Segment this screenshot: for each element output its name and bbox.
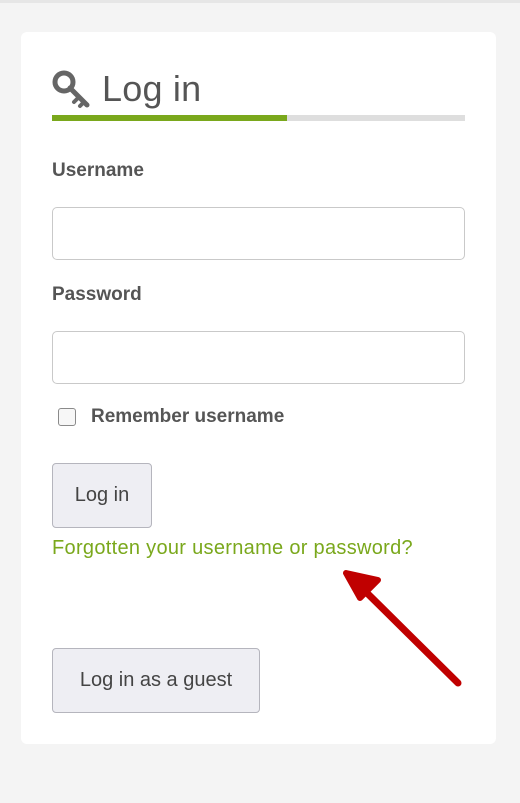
remember-label[interactable]: Remember username (91, 406, 284, 428)
remember-row[interactable]: Remember username (58, 406, 284, 428)
username-input[interactable] (52, 207, 465, 260)
password-label: Password (52, 284, 142, 305)
page-title: Log in (102, 68, 202, 109)
key-icon (52, 70, 90, 108)
forgot-credentials-link[interactable]: Forgotten your username or password? (52, 537, 413, 560)
guest-login-button[interactable]: Log in as a guest (52, 648, 260, 713)
title-progress-bar (52, 115, 465, 121)
remember-checkbox[interactable] (58, 408, 76, 426)
top-border (0, 0, 520, 3)
login-card: Log in Username Password Remember userna… (21, 32, 496, 744)
login-button[interactable]: Log in (52, 463, 152, 528)
username-label: Username (52, 160, 144, 181)
title-row: Log in (52, 65, 201, 113)
password-input[interactable] (52, 331, 465, 384)
title-progress-fill (52, 115, 288, 121)
